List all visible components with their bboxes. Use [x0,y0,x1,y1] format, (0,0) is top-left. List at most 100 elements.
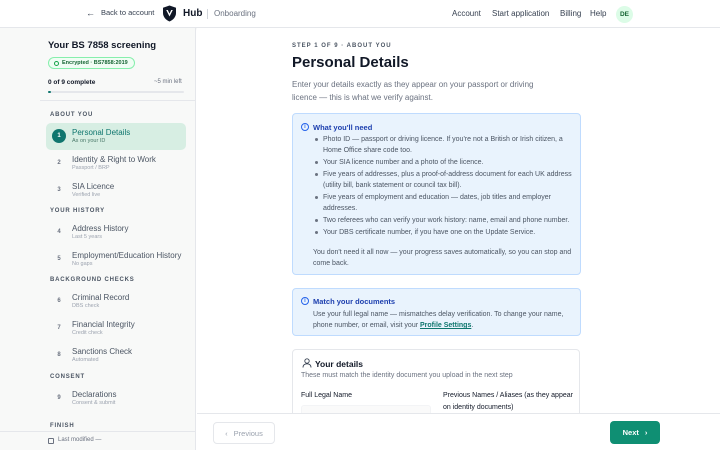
section-heading-your-history: YOUR HISTORY [50,208,105,214]
sidebar-footer: Last modified — [0,431,195,450]
top-bar: ← Back to account Hub Onboarding Account… [0,0,720,28]
step-subtitle: Credit check [72,330,103,336]
list-item: Five years of addresses, plus a proof-of… [313,169,575,191]
step-criminal-record[interactable]: 6 Criminal Record DBS check [46,288,186,315]
section-heading-background-checks: BACKGROUND CHECKS [50,277,135,283]
list-item: Photo ID — passport or driving licence. … [313,134,575,156]
time-left: ~5 min left [154,79,182,85]
step-subtitle: Automated [72,357,99,363]
what-you-need-title: What you'll need [313,123,373,132]
step-subtitle: DBS check [72,303,100,309]
step-name: Financial Integrity [72,320,135,329]
chevron-right-icon: › [644,428,648,437]
step-subtitle: No gaps [72,261,93,267]
step-number: 7 [57,325,61,331]
step-number: 6 [57,298,61,304]
step-number: 2 [57,160,61,166]
progress-bar [48,91,184,93]
step-name: Employment/Education History [72,251,182,260]
sidebar-divider [40,100,195,101]
step-actions-bar: ‹ Previous Next › [197,413,720,450]
step-address-history[interactable]: 4 Address History Last 5 years [46,219,186,246]
back-label: Back to account [101,8,155,17]
step-number: 8 [57,352,61,358]
your-details-subtitle: These must match the identity document y… [301,372,513,379]
main-content: STEP 1 OF 9 · ABOUT YOU Personal Details… [197,28,720,450]
chevron-left-icon: ‹ [225,428,228,438]
step-name: Sanctions Check [72,347,133,356]
step-number: 3 [57,187,61,193]
save-icon [48,438,54,444]
intro-text: Enter your details exactly as they appea… [292,80,534,102]
arrow-left-icon: ← [86,7,95,18]
section-heading-about-you: ABOUT YOU [50,112,94,118]
requirements-list: Photo ID — passport or driving licence. … [313,134,575,239]
section-heading-consent: CONSENT [50,374,85,380]
full-legal-name-label: Full Legal Name [301,392,352,399]
step-eyebrow: STEP 1 OF 9 · ABOUT YOU [292,43,392,49]
brand-context: Onboarding [214,9,256,18]
section-heading-finish: FINISH [50,423,75,429]
step-subtitle: As on your ID [72,138,106,144]
match-documents-card: i Match your documents Use your full leg… [292,288,581,336]
step-name: SIA Licence [72,182,115,191]
step-number: 1 [52,129,66,143]
badge-label: Encrypted · BS7858:2019 [62,60,128,66]
step-financial-integrity[interactable]: 7 Financial Integrity Credit check [46,315,186,342]
person-icon [302,358,312,368]
step-subtitle: Consent & submit [72,400,116,406]
info-icon: i [301,297,309,305]
step-number: 5 [57,256,61,262]
brand-name[interactable]: Hub [183,8,202,19]
step-name: Criminal Record [72,293,130,302]
page-title: Personal Details [292,54,409,71]
step-declarations[interactable]: 9 Declarations Consent & submit [46,385,186,412]
screening-title: Your BS 7858 screening [48,40,157,51]
encrypted-badge: Encrypted · BS7858:2019 [48,57,135,69]
match-documents-text: Use your full legal name — mismatches de… [313,309,577,331]
previous-label: Previous [233,428,263,438]
step-subtitle: Last 5 years [72,234,102,240]
your-details-title: Your details [315,359,364,369]
step-employment-education-history[interactable]: 5 Employment/Education History No gaps [46,246,186,273]
previous-names-label: Previous Names / Aliases (as they appear… [443,392,573,411]
list-item: Two referees who can verify your work hi… [313,215,575,226]
next-label: Next [622,428,639,437]
previous-button[interactable]: ‹ Previous [213,422,275,444]
what-you-need-card: i What you'll need Photo ID — passport o… [292,113,581,275]
step-name: Personal Details [72,128,131,137]
back-to-account-link[interactable]: ← Back to account [86,8,154,17]
step-sanctions-check[interactable]: 8 Sanctions Check Automated [46,342,186,369]
match-documents-end: . [471,322,474,329]
list-item: Your DBS certificate number, if you have… [313,227,575,238]
step-subtitle: Verified live [72,192,101,198]
nav-start-application[interactable]: Start application [492,9,549,18]
shield-logo-icon[interactable] [162,5,177,22]
progress-label: 0 of 9 complete [48,79,96,86]
step-name: Address History [72,224,129,233]
step-sia-licence[interactable]: 3 SIA Licence Verified live [46,177,186,204]
check-shield-icon [54,60,59,66]
step-personal-details[interactable]: 1 Personal Details As on your ID [46,123,186,150]
info-icon: i [301,123,309,131]
step-number: 9 [57,395,61,401]
nav-billing[interactable]: Billing [560,9,581,18]
need-card-footer: You don't need it all now — your progres… [313,249,572,267]
step-name: Declarations [72,390,117,399]
last-modified: Last modified — [58,437,102,443]
brand-divider [207,9,208,19]
nav-help[interactable]: Help [590,9,606,18]
step-name: Identity & Right to Work [72,155,156,164]
profile-settings-link[interactable]: Profile Settings [420,322,471,329]
user-avatar[interactable]: DE [616,6,633,23]
step-number: 4 [57,229,61,235]
progress-fill [48,91,51,93]
nav-account[interactable]: Account [452,9,481,18]
match-documents-title: Match your documents [313,297,396,306]
next-button[interactable]: Next › [610,421,660,444]
list-item: Five years of employment and education —… [313,192,575,214]
step-subtitle: Passport / BRP [72,165,110,171]
list-item: Your SIA licence number and a photo of t… [313,157,575,168]
steps-sidebar: Your BS 7858 screening Encrypted · BS785… [0,28,196,450]
step-identity-right-to-work[interactable]: 2 Identity & Right to Work Passport / BR… [46,150,186,177]
